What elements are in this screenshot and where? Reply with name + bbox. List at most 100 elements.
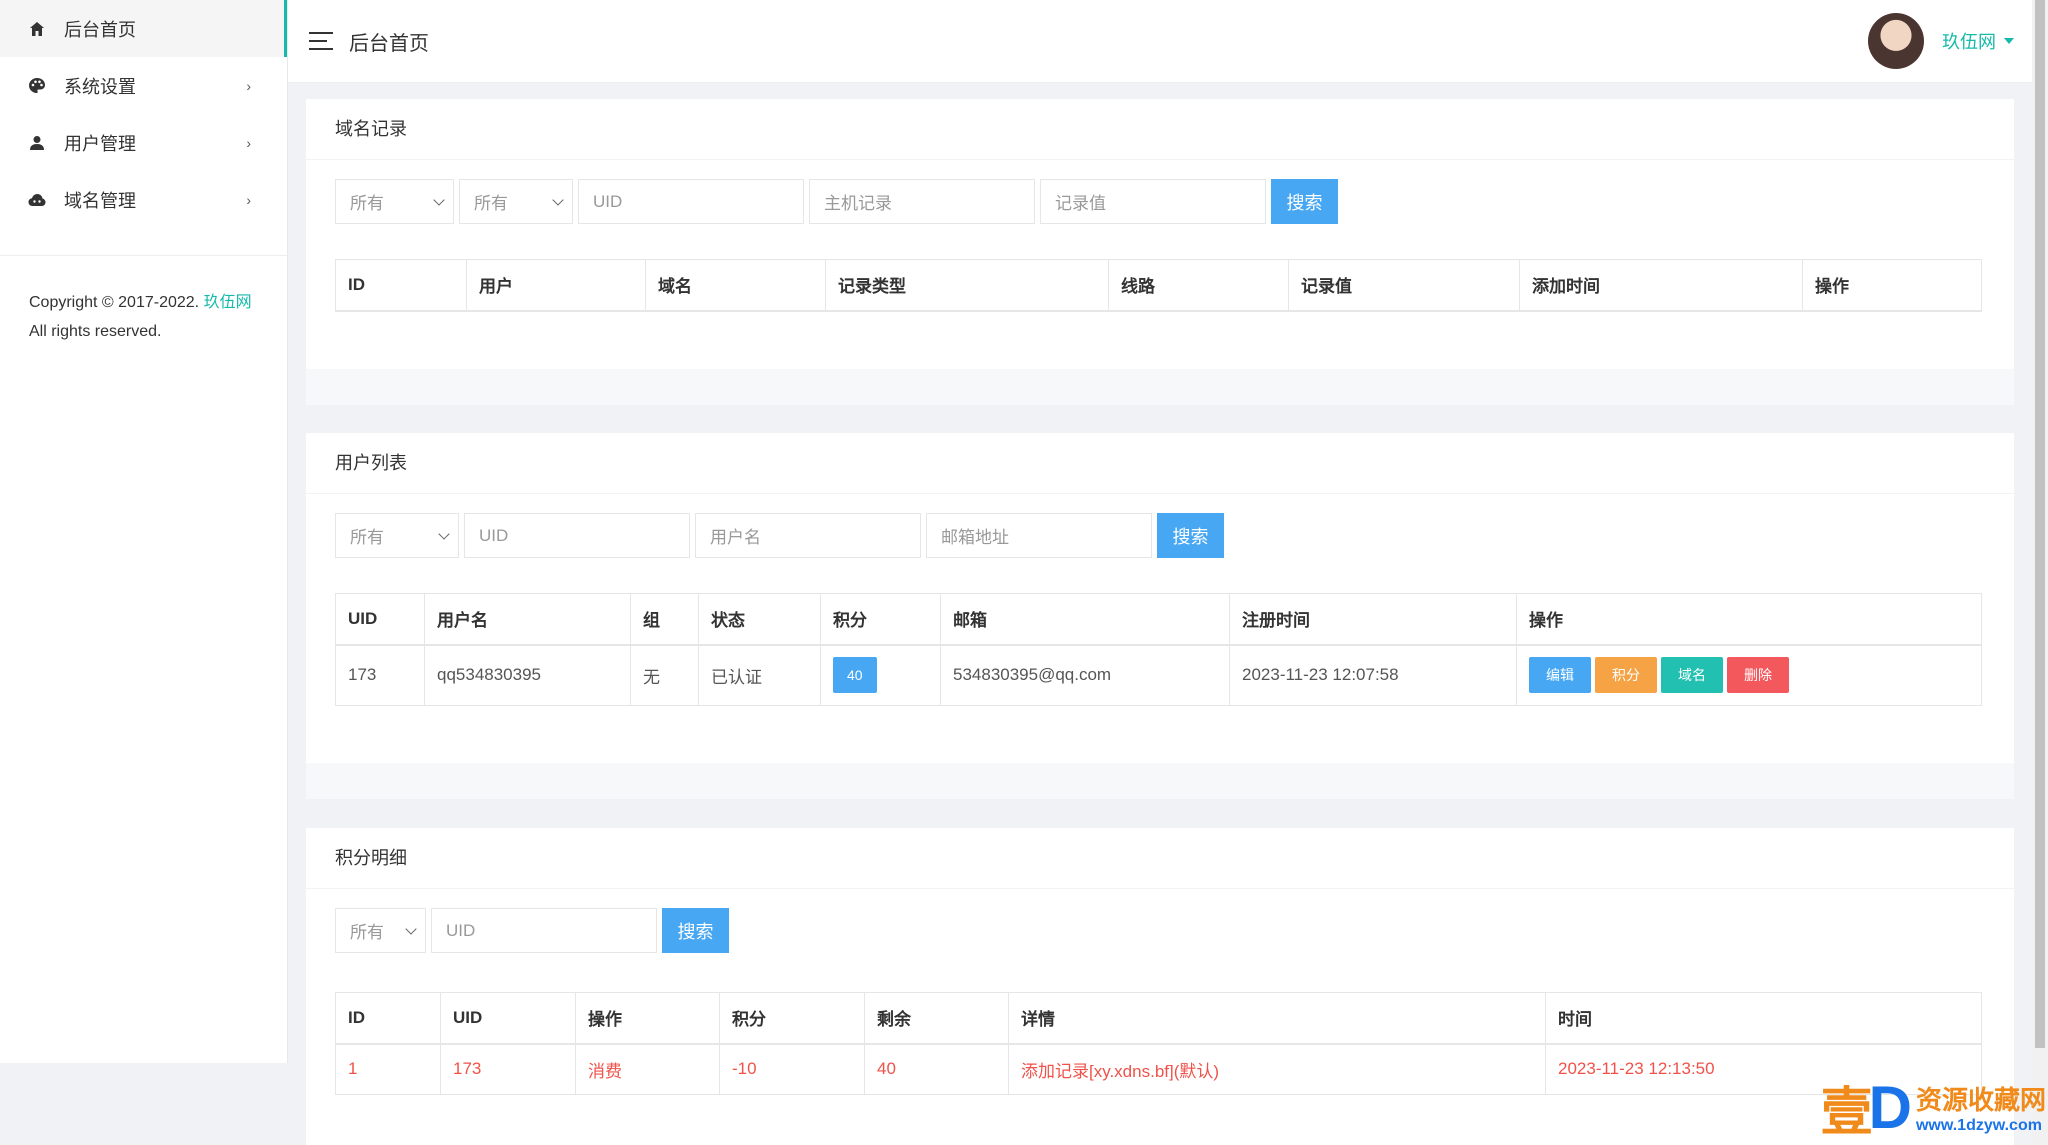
points-badge[interactable]: 40 <box>833 657 877 694</box>
column-header[interactable]: 操作 <box>1802 259 1982 312</box>
column-header[interactable]: UID <box>335 593 425 646</box>
points-search-row: 所有 UID 搜索 <box>335 908 1985 953</box>
palette-icon <box>28 77 46 95</box>
uid-input[interactable]: UID <box>578 179 804 224</box>
sidebar-item-domains[interactable]: 域名管理 › <box>0 171 287 228</box>
avatar[interactable] <box>1868 13 1924 69</box>
cell-actions: 编辑 积分 域名 删除 <box>1516 644 1982 706</box>
search-button[interactable]: 搜索 <box>662 908 729 953</box>
uid-input[interactable]: UID <box>431 908 657 953</box>
menu-toggle-icon[interactable] <box>309 32 333 50</box>
watermark-d: D <box>1868 1074 1912 1141</box>
cell-id: 1 <box>335 1043 441 1095</box>
column-header[interactable]: 线路 <box>1108 259 1289 312</box>
domain-button[interactable]: 域名 <box>1661 657 1723 694</box>
scrollbar-thumb[interactable] <box>2035 0 2045 1048</box>
column-header[interactable]: 记录值 <box>1288 259 1520 312</box>
watermark-line2: www.1dzyw.com <box>1915 1117 2042 1134</box>
table-row: 1 173 消费 -10 40 添加记录[xy.xdns.bf](默认) 202… <box>335 1043 1982 1095</box>
user-list-table: UID 用户名 组 状态 积分 邮箱 注册时间 操作 173 qq5348303… <box>335 593 1982 706</box>
cell-uid: 173 <box>440 1043 576 1095</box>
copyright-text: Copyright © 2017-2022. <box>29 294 200 311</box>
cell-reg-time: 2023-11-23 12:07:58 <box>1229 644 1517 706</box>
table-header-row: UID 用户名 组 状态 积分 邮箱 注册时间 操作 <box>335 593 1982 646</box>
card-footer <box>306 763 2014 799</box>
column-header[interactable]: 积分 <box>820 593 941 646</box>
table-header-row: ID 用户 域名 记录类型 线路 记录值 添加时间 操作 <box>335 259 1982 312</box>
caret-down-icon <box>2004 38 2014 44</box>
cell-points: -10 <box>719 1043 865 1095</box>
column-header[interactable]: 记录类型 <box>825 259 1109 312</box>
card-title: 域名记录 <box>306 99 2014 160</box>
column-header[interactable]: UID <box>440 992 576 1045</box>
record-value-input[interactable]: 记录值 <box>1040 179 1266 224</box>
record-filter-select-2[interactable]: 所有 <box>459 179 573 224</box>
record-filter-select-1[interactable]: 所有 <box>335 179 454 224</box>
chevron-right-icon: › <box>246 191 251 208</box>
domain-search-row: 所有 所有 UID 主机记录 记录值 搜索 <box>335 179 1985 224</box>
card-title: 用户列表 <box>306 433 2014 494</box>
column-header[interactable]: 域名 <box>645 259 826 312</box>
page-title: 后台首页 <box>349 32 429 55</box>
sidebar-item-label: 域名管理 <box>64 190 136 211</box>
column-header[interactable]: 用户 <box>466 259 646 312</box>
column-header[interactable]: 状态 <box>698 593 821 646</box>
uid-input[interactable]: UID <box>464 513 690 558</box>
table-row: 173 qq534830395 无 已认证 40 534830395@qq.co… <box>335 644 1982 706</box>
chevron-down-icon <box>405 923 417 935</box>
cell-username: qq534830395 <box>424 644 631 706</box>
chevron-right-icon: › <box>246 77 251 94</box>
sidebar-item-users[interactable]: 用户管理 › <box>0 114 287 171</box>
column-header[interactable]: 详情 <box>1008 992 1546 1045</box>
user-name[interactable]: 玖伍网 <box>1942 28 1996 54</box>
edit-button[interactable]: 编辑 <box>1529 657 1591 694</box>
sidebar-item-settings[interactable]: 系统设置 › <box>0 57 287 114</box>
cloud-icon <box>28 191 46 209</box>
home-icon <box>28 20 46 38</box>
column-header[interactable]: 时间 <box>1545 992 1982 1045</box>
search-button[interactable]: 搜索 <box>1157 513 1224 558</box>
cell-points: 40 <box>820 644 941 706</box>
top-header: 后台首页 玖伍网 <box>288 0 2032 83</box>
delete-button[interactable]: 删除 <box>1727 657 1789 694</box>
domain-records-card: 域名记录 所有 所有 UID 主机记录 记录值 搜索 ID 用户 域名 记录类型… <box>306 99 2014 405</box>
cell-detail: 添加记录[xy.xdns.bf](默认) <box>1008 1043 1546 1095</box>
column-header[interactable]: 添加时间 <box>1519 259 1803 312</box>
points-detail-card: 积分明细 所有 UID 搜索 ID UID 操作 积分 剩余 详情 时间 1 1… <box>306 828 2014 1145</box>
domain-records-table: ID 用户 域名 记录类型 线路 记录值 添加时间 操作 <box>335 259 1982 312</box>
points-detail-table: ID UID 操作 积分 剩余 详情 时间 1 173 消费 -10 40 添加… <box>335 992 1982 1095</box>
cell-uid: 173 <box>335 644 425 706</box>
sidebar-item-label: 系统设置 <box>64 76 136 97</box>
copyright-rights: All rights reserved. <box>29 323 162 340</box>
copyright-link[interactable]: 玖伍网 <box>204 294 252 311</box>
email-input[interactable]: 邮箱地址 <box>926 513 1152 558</box>
card-title: 积分明细 <box>306 828 2014 889</box>
watermark-logo: 壹 D 资源收藏网 www.1dzyw.com <box>1821 1070 2046 1145</box>
column-header[interactable]: 剩余 <box>864 992 1009 1045</box>
user-menu[interactable]: 玖伍网 <box>1868 13 2014 69</box>
column-header[interactable]: 操作 <box>1516 593 1982 646</box>
column-header[interactable]: 邮箱 <box>940 593 1230 646</box>
points-button[interactable]: 积分 <box>1595 657 1657 694</box>
column-header[interactable]: ID <box>335 259 467 312</box>
column-header[interactable]: 积分 <box>719 992 865 1045</box>
chevron-right-icon: › <box>246 134 251 151</box>
column-header[interactable]: 用户名 <box>424 593 631 646</box>
cell-group: 无 <box>630 644 699 706</box>
cell-remain: 40 <box>864 1043 1009 1095</box>
sidebar-item-dashboard[interactable]: 后台首页 <box>0 0 287 57</box>
points-filter-select[interactable]: 所有 <box>335 908 426 953</box>
username-input[interactable]: 用户名 <box>695 513 921 558</box>
chevron-down-icon <box>552 194 564 206</box>
chevron-down-icon <box>433 194 445 206</box>
host-record-input[interactable]: 主机记录 <box>809 179 1035 224</box>
chevron-down-icon <box>438 528 450 540</box>
search-button[interactable]: 搜索 <box>1271 179 1338 224</box>
column-header[interactable]: 组 <box>630 593 699 646</box>
column-header[interactable]: ID <box>335 992 441 1045</box>
user-filter-select[interactable]: 所有 <box>335 513 459 558</box>
column-header[interactable]: 操作 <box>575 992 720 1045</box>
page-scrollbar[interactable] <box>2032 0 2048 1145</box>
column-header[interactable]: 注册时间 <box>1229 593 1517 646</box>
watermark-char: 壹 <box>1820 1082 1873 1143</box>
